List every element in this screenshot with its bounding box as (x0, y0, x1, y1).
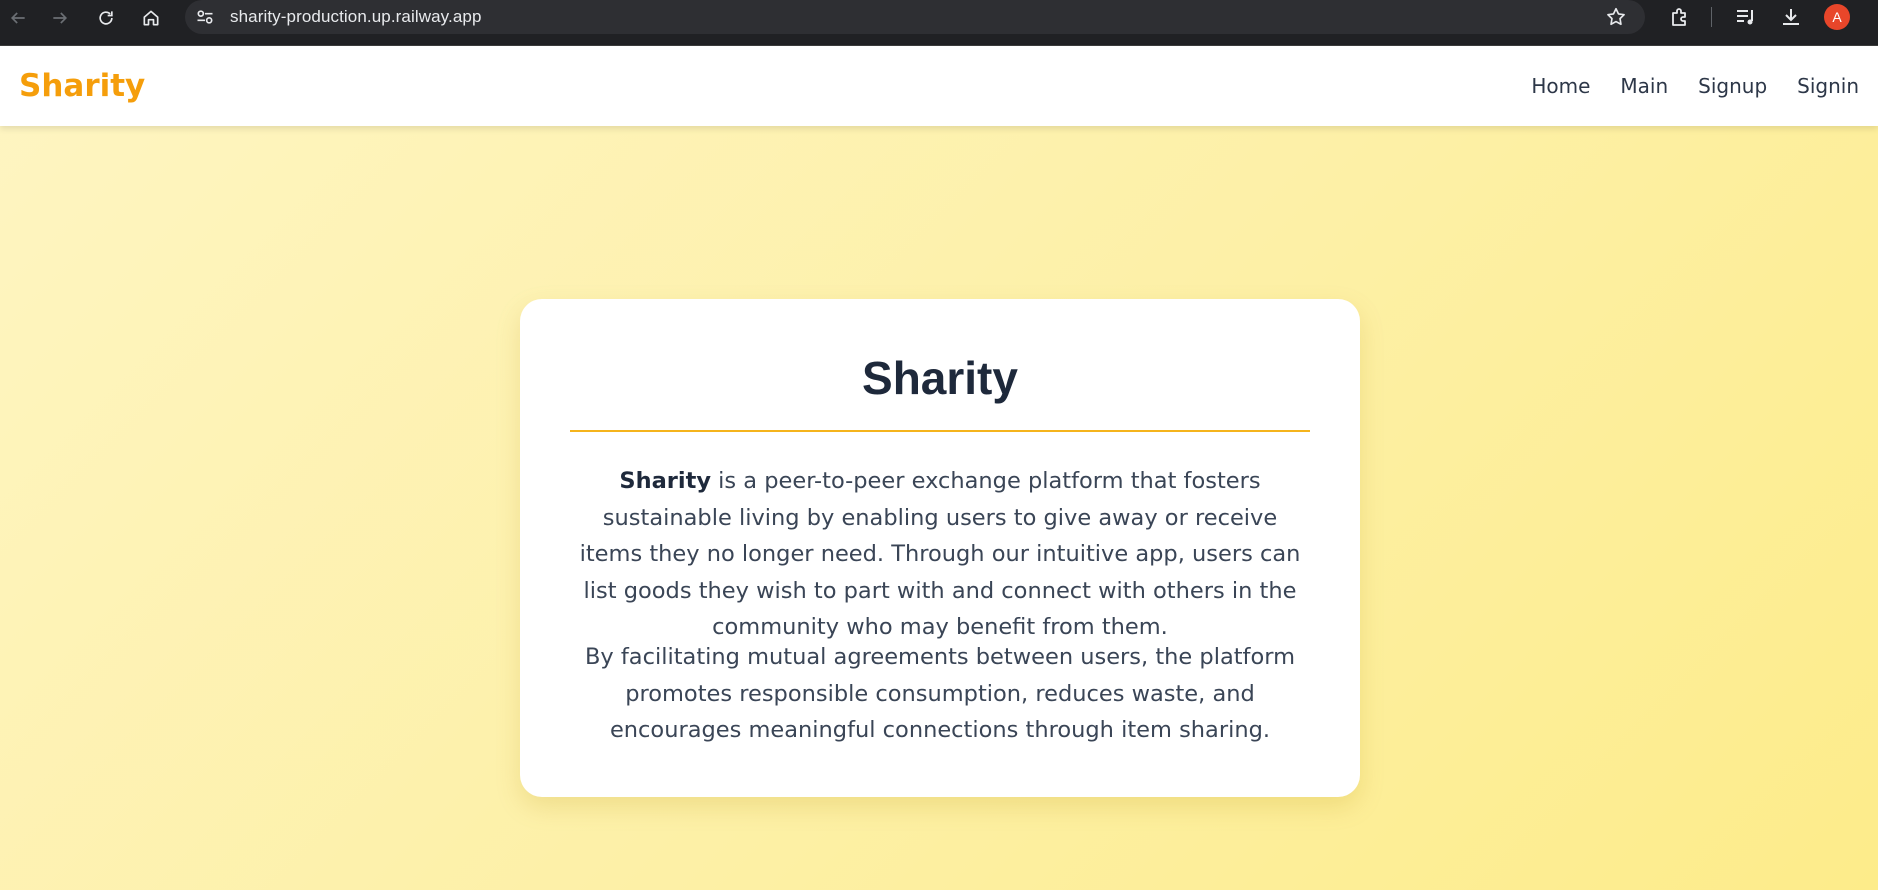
back-icon[interactable] (3, 3, 33, 33)
page-content: Sharity Home Main Signup Signin Sharity … (0, 46, 1878, 890)
home-icon[interactable] (136, 3, 166, 33)
nav-link-signup[interactable]: Signup (1698, 74, 1767, 98)
toolbar-separator (1711, 7, 1712, 27)
main-nav: Home Main Signup Signin (1531, 74, 1859, 98)
nav-link-main[interactable]: Main (1620, 74, 1668, 98)
forward-icon[interactable] (45, 3, 75, 33)
about-paragraph-2: By facilitating mutual agreements betwee… (584, 644, 1296, 743)
brand-logo[interactable]: Sharity (19, 68, 145, 104)
address-bar[interactable]: sharity-production.up.railway.app (185, 0, 1645, 34)
card-title: Sharity (862, 352, 1018, 404)
site-info-icon[interactable] (195, 7, 215, 27)
title-divider (570, 430, 1310, 432)
url-text[interactable]: sharity-production.up.railway.app (230, 7, 482, 27)
about-brand-bold: Sharity (619, 468, 712, 494)
profile-avatar[interactable]: A (1824, 4, 1850, 30)
nav-link-home[interactable]: Home (1531, 74, 1590, 98)
about-paragraph-1: Sharity is a peer-to-peer exchange platf… (570, 463, 1310, 646)
download-icon[interactable] (1779, 5, 1803, 29)
nav-link-signin[interactable]: Signin (1797, 74, 1859, 98)
site-header: Sharity Home Main Signup Signin (0, 46, 1878, 126)
about-card: Sharity Sharity is a peer-to-peer exchan… (520, 299, 1360, 797)
reload-icon[interactable] (91, 3, 121, 33)
media-queue-icon[interactable] (1734, 5, 1758, 29)
extensions-icon[interactable] (1668, 5, 1692, 29)
browser-toolbar: sharity-production.up.railway.app A (0, 0, 1878, 46)
bookmark-star-icon[interactable] (1605, 6, 1627, 28)
